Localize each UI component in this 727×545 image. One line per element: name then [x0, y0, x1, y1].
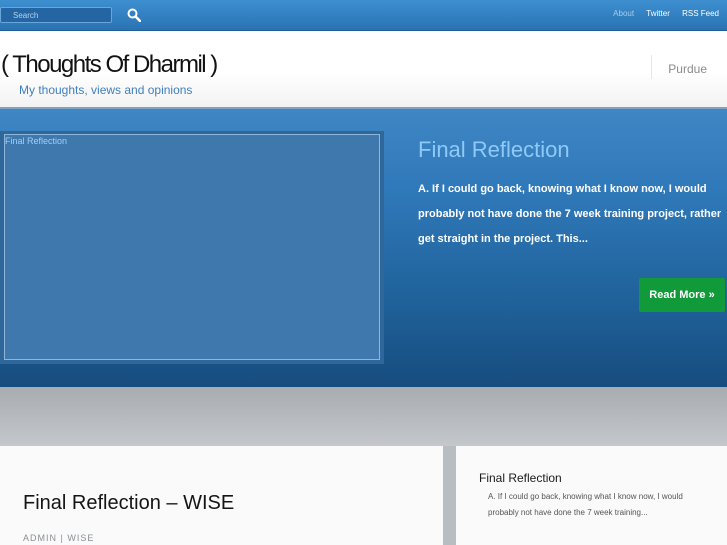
sidebar-post-excerpt: A. If I could go back, knowing what I kn… — [488, 492, 683, 517]
featured-image[interactable] — [4, 134, 380, 360]
top-links: About Twitter RSS Feed — [603, 9, 719, 18]
featured-slider: Final Reflection Final Reflection A. If … — [0, 109, 727, 387]
search-input[interactable] — [0, 7, 112, 23]
about-link[interactable]: About — [613, 9, 634, 18]
top-bar: About Twitter RSS Feed — [0, 0, 727, 31]
sidebar: Final Reflection A. If I could go back, … — [456, 446, 727, 545]
site-title[interactable]: ( Thoughts Of Dharmil ) — [1, 51, 218, 79]
column-divider — [443, 446, 456, 545]
sidebar-post-title[interactable]: Final Reflection — [479, 471, 562, 485]
featured-excerpt: A. If I could go back, knowing what I kn… — [418, 183, 722, 245]
main-content: Final Reflection – WISE ADMIN | WISE — [0, 446, 443, 545]
search-icon[interactable] — [127, 8, 142, 23]
site-header: ( Thoughts Of Dharmil ) My thoughts, vie… — [0, 31, 727, 107]
read-more-button[interactable]: Read More » — [639, 278, 725, 312]
post-meta: ADMIN | WISE — [23, 533, 95, 543]
twitter-link[interactable]: Twitter — [646, 9, 670, 18]
separator-band — [0, 387, 727, 446]
rss-feed-link[interactable]: RSS Feed — [682, 9, 719, 18]
featured-title[interactable]: Final Reflection — [418, 137, 570, 163]
post-title[interactable]: Final Reflection – WISE — [23, 492, 234, 515]
featured-image-alt-text: Final Reflection — [5, 136, 68, 146]
site-tagline: My thoughts, views and opinions — [19, 83, 193, 97]
nav-item-purdue[interactable]: Purdue — [651, 55, 727, 79]
